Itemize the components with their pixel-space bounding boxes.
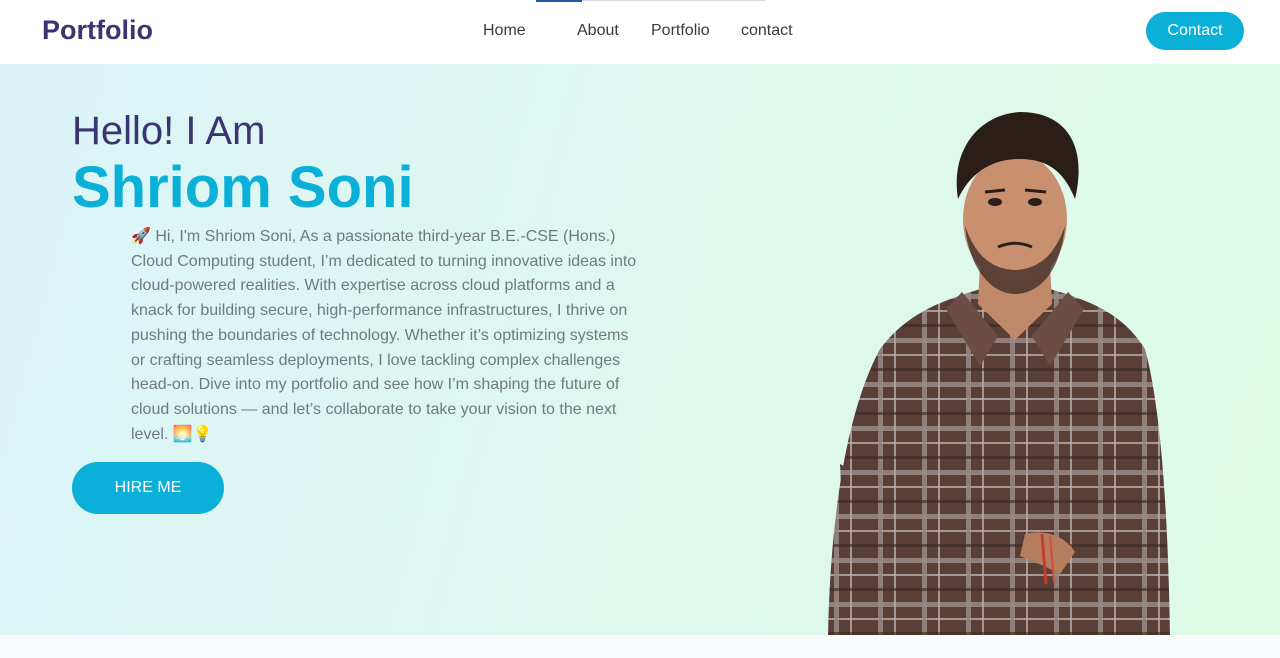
contact-button[interactable]: Contact bbox=[1146, 12, 1244, 50]
hero-section: Hello! I Am Shriom Soni 🚀 Hi, I'm Shriom… bbox=[0, 64, 1280, 658]
rocket-icon: 🚀 bbox=[131, 228, 151, 245]
nav-link-contact[interactable]: contact bbox=[741, 22, 793, 40]
sunrise-lightbulb-icon: 🌅💡 bbox=[172, 425, 213, 443]
nav-link-home[interactable]: Home bbox=[483, 22, 526, 40]
navbar: Portfolio Home About Portfolio contact C… bbox=[0, 0, 1280, 64]
hero-greeting: Hello! I Am bbox=[72, 109, 266, 153]
nav-link-portfolio[interactable]: Portfolio bbox=[651, 22, 710, 40]
hero-bio-text: Hi, I'm Shriom Soni, As a passionate thi… bbox=[131, 228, 637, 443]
profile-photo bbox=[828, 112, 1170, 637]
nav-active-indicator bbox=[536, 0, 582, 2]
hero-name: Shriom Soni bbox=[72, 155, 414, 220]
hire-me-button[interactable]: HIRE ME bbox=[72, 462, 224, 514]
brand-logo[interactable]: Portfolio bbox=[42, 15, 153, 46]
nav-link-about[interactable]: About bbox=[577, 22, 619, 40]
hero-bio: 🚀 Hi, I'm Shriom Soni, As a passionate t… bbox=[131, 225, 641, 447]
hero-bottom-strip bbox=[0, 635, 1280, 658]
